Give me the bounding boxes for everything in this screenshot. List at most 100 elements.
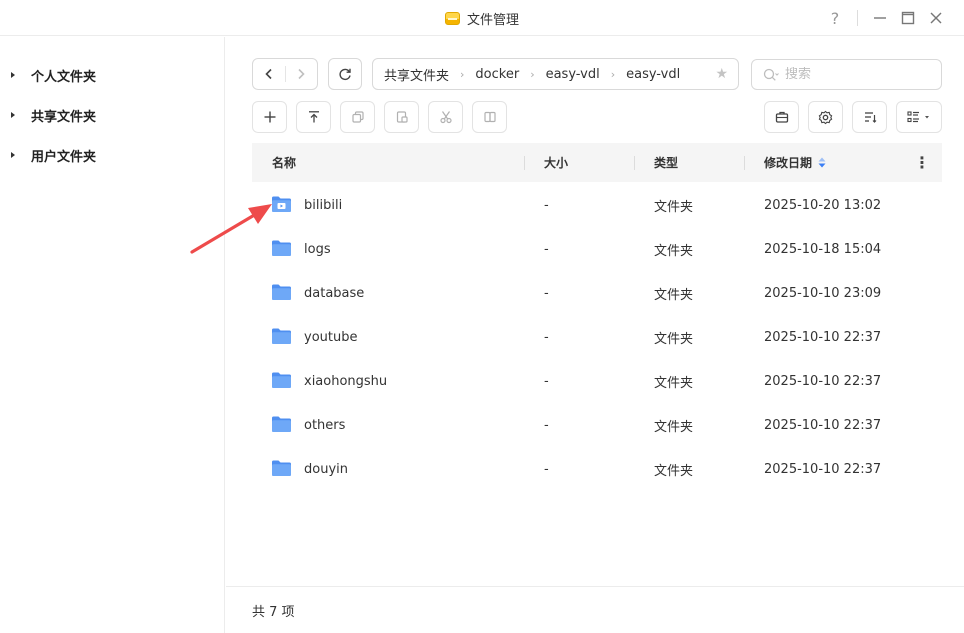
column-header-size[interactable]: 大小 [544,143,568,182]
file-size: - [544,417,549,433]
breadcrumb-separator-icon: › [530,67,535,81]
table-row[interactable]: douyin - 文件夹 2025-10-10 22:37 [252,447,942,491]
sidebar-item-personal-folders[interactable]: 个人文件夹 [0,55,224,95]
file-modified-date: 2025-10-10 23:09 [764,285,882,301]
sidebar-item-label: 共享文件夹 [31,109,97,125]
settings-button[interactable] [808,101,843,133]
plus-icon [264,111,275,123]
folder-icon [272,416,291,432]
cut-button[interactable] [428,101,463,133]
file-name: database [304,285,365,301]
copy-button[interactable] [340,101,375,133]
column-options-icon[interactable]: ⋮ [914,143,930,182]
file-type: 文件夹 [654,419,694,435]
table-row[interactable]: bilibili - 文件夹 2025-10-20 13:02 [252,183,942,227]
window-title: 文件管理 [466,12,519,28]
window-controls-divider [857,10,858,26]
file-size: - [544,197,549,213]
back-button[interactable] [253,59,285,89]
help-button[interactable]: ? [821,4,849,32]
sort-lines-icon [864,112,876,123]
refresh-button[interactable] [328,58,362,90]
search-input[interactable] [785,67,925,82]
help-icon: ? [830,8,840,28]
breadcrumb-item[interactable]: 共享文件夹 [384,65,449,84]
chevron-right-icon [298,68,305,80]
paste-button[interactable] [384,101,419,133]
breadcrumb: 共享文件夹 › docker › easy-vdl › easy-vdl ★ [372,58,739,90]
search-box[interactable] [751,59,942,90]
upload-button[interactable] [296,101,331,133]
column-divider[interactable] [744,156,745,170]
file-modified-date: 2025-10-20 13:02 [764,197,882,213]
title-bar: 文件管理 ? [0,0,964,36]
column-header-type[interactable]: 类型 [654,143,678,182]
new-button[interactable] [252,101,287,133]
sidebar-item-shared-folders[interactable]: 共享文件夹 [0,95,224,135]
file-size: - [544,461,549,477]
sidebar-item-user-folders[interactable]: 用户文件夹 [0,135,224,175]
move-icon [483,111,496,123]
breadcrumb-separator-icon: › [460,67,465,81]
sort-button[interactable] [852,101,887,133]
table-row[interactable]: others - 文件夹 2025-10-10 22:37 [252,403,942,447]
table-row[interactable]: logs - 文件夹 2025-10-18 15:04 [252,227,942,271]
expand-arrow-icon[interactable] [11,112,15,118]
file-modified-date: 2025-10-10 22:37 [764,373,882,389]
file-size: - [544,373,549,389]
file-type: 文件夹 [654,331,694,347]
column-divider[interactable] [634,156,635,170]
view-mode-button[interactable] [896,101,942,133]
scissors-icon [439,111,452,124]
gear-icon [818,110,833,124]
file-type: 文件夹 [654,463,694,479]
breadcrumb-item[interactable]: docker [475,67,519,82]
search-icon [763,68,779,81]
list-view-icon [907,111,929,123]
expand-arrow-icon[interactable] [11,72,15,78]
file-size: - [544,329,549,345]
paste-icon [396,111,408,123]
refresh-icon [339,68,351,81]
column-divider[interactable] [524,156,525,170]
column-header-label: 修改日期 [764,156,813,170]
sidebar-item-label: 用户文件夹 [31,149,97,165]
briefcase-icon [775,111,788,123]
expand-arrow-icon[interactable] [11,152,15,158]
toolbox-button[interactable] [764,101,799,133]
file-name: others [304,417,346,433]
minimize-icon [874,17,886,19]
table-row[interactable]: youtube - 文件夹 2025-10-10 22:37 [252,315,942,359]
file-name: douyin [304,461,348,477]
breadcrumb-item[interactable]: easy-vdl [546,67,600,82]
table-header: 名称 大小 类型 修改日期 ⋮ [252,143,942,182]
minimize-button[interactable] [866,4,894,32]
file-type: 文件夹 [654,243,694,259]
breadcrumb-separator-icon: › [610,67,616,81]
file-type: 文件夹 [654,375,694,391]
close-button[interactable] [922,4,950,32]
folder-icon [272,460,291,476]
app-title: 文件管理 [0,0,964,36]
maximize-button[interactable] [894,4,922,32]
table-row[interactable]: database - 文件夹 2025-10-10 23:09 [252,271,942,315]
folder-icon [272,372,291,388]
folder-icon [272,328,291,344]
column-header-label: 类型 [654,156,679,170]
chevron-left-icon [265,68,272,80]
status-bar: 共 7 项 [226,586,964,633]
item-count: 共 7 项 [252,604,295,620]
file-size: - [544,285,549,301]
forward-button[interactable] [285,59,317,89]
upload-icon [308,111,319,123]
move-button[interactable] [472,101,507,133]
table-row[interactable]: xiaohongshu - 文件夹 2025-10-10 22:37 [252,359,942,403]
sidebar-item-label: 个人文件夹 [31,69,97,85]
column-header-name[interactable]: 名称 [272,143,296,182]
column-header-modified[interactable]: 修改日期 [764,143,826,182]
file-name: youtube [304,329,358,345]
breadcrumb-item-current[interactable]: easy-vdl [626,67,680,82]
file-modified-date: 2025-10-18 15:04 [764,241,882,257]
favorite-star-icon[interactable]: ★ [715,66,728,82]
history-navigation [252,58,318,90]
